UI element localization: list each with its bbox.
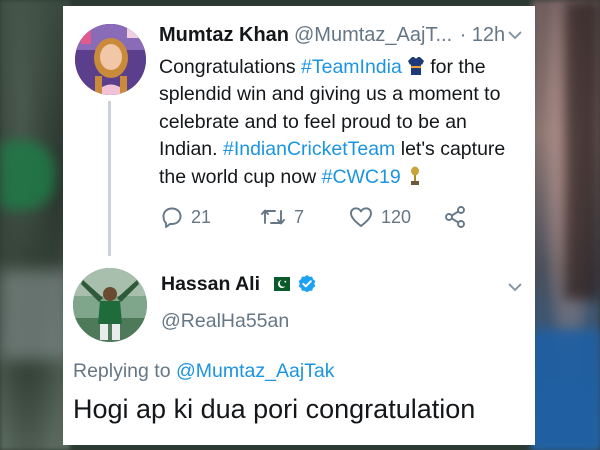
tweet-text-line: splendid win and giving us a moment to <box>159 83 501 106</box>
like-icon <box>350 207 372 227</box>
author-name[interactable]: Mumtaz Khan <box>159 24 289 46</box>
retweet-count: 7 <box>294 206 305 227</box>
background-left-light-area <box>0 270 70 360</box>
tweet-text: Congratulations #TeamIndia for the splen… <box>159 54 524 191</box>
like-button[interactable]: 120 <box>349 202 411 232</box>
jersey-emoji-icon <box>407 57 424 75</box>
chevron-down-icon[interactable] <box>507 28 523 46</box>
author-handle[interactable]: @Mumtaz_AajT... <box>294 24 452 46</box>
replying-to-label: Replying to <box>73 360 176 382</box>
retweet-icon <box>261 209 285 225</box>
tweet-header: Mumtaz Khan @Mumtaz_AajT... · 12h <box>159 24 529 50</box>
tweet-time[interactable]: · 12h <box>460 24 506 46</box>
tweet-text-segment: for the <box>424 56 486 78</box>
tweet-actions: 21 7 120 <box>159 202 519 232</box>
avatar[interactable] <box>73 268 147 342</box>
like-count: 120 <box>381 206 412 227</box>
share-button[interactable] <box>443 202 467 232</box>
background-right-hair <box>564 0 600 300</box>
trophy-emoji-icon <box>410 166 419 185</box>
background-right-blue-shirt <box>532 330 600 450</box>
verified-badge-icon <box>298 275 316 293</box>
tweet-text-segment: Indian. <box>159 138 223 161</box>
replying-to: Replying to @Mumtaz_AajTak <box>73 360 335 383</box>
hashtag-indian-cricket-team[interactable]: #IndianCricketTeam <box>223 138 395 160</box>
tweet-text-segment: the world cup now <box>159 165 322 188</box>
author-name[interactable]: Hassan Ali <box>161 273 260 296</box>
hashtag-team-india[interactable]: #TeamIndia <box>301 56 402 78</box>
reply-count: 21 <box>191 206 212 227</box>
replying-to-mention[interactable]: @Mumtaz_AajTak <box>176 360 335 382</box>
hashtag-cwc19[interactable]: #CWC19 <box>322 166 401 188</box>
tweet-text-segment: Congratulations <box>159 56 302 78</box>
background-left-photo <box>0 0 70 450</box>
tweet-card: Mumtaz Khan @Mumtaz_AajT... · 12h Congrat… <box>63 6 535 445</box>
tweet-header: Hassan Ali <box>161 270 317 298</box>
avatar[interactable] <box>75 24 146 95</box>
share-icon <box>445 206 465 228</box>
tweet-text-line: celebrate and to feel proud to be an <box>159 110 467 133</box>
reply-icon <box>162 207 182 228</box>
chevron-down-icon[interactable] <box>507 280 523 298</box>
pakistan-flag-icon <box>269 277 290 291</box>
background-left-green-jersey <box>0 140 55 210</box>
reply-button[interactable]: 21 <box>161 202 211 232</box>
reply-tweet-text: Hogi ap ki dua pori congratulation <box>73 394 476 424</box>
retweet-button[interactable]: 7 <box>260 202 304 232</box>
author-handle[interactable]: @RealHa55an <box>161 310 289 333</box>
thread-connector-line <box>108 101 111 256</box>
tweet-text-segment: let's capture <box>395 138 506 161</box>
